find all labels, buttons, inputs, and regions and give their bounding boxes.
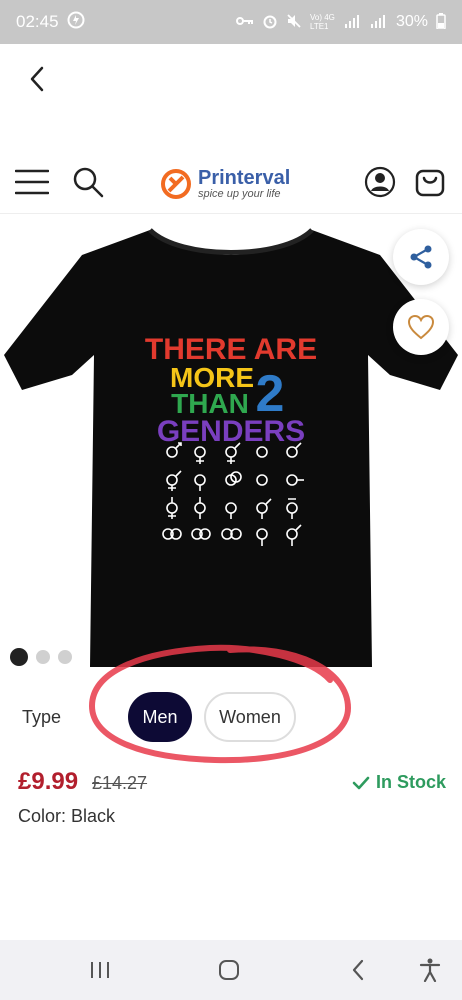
signal-icon-2 — [370, 14, 388, 31]
chevron-left-icon — [30, 66, 44, 92]
user-icon — [364, 166, 396, 198]
printerval-logo-icon — [161, 169, 191, 199]
brand-tagline: spice up your life — [198, 188, 281, 200]
network-indicator: Vo) 4G LTE1 — [309, 13, 335, 31]
top-bar — [0, 44, 462, 154]
product-image[interactable]: THERE ARE MORE THAN 2 GENDERS — [0, 215, 462, 675]
carousel-dot-3[interactable] — [58, 650, 72, 664]
type-label: Type — [22, 707, 62, 727]
status-time: 02:45 — [16, 12, 59, 31]
home-icon — [219, 960, 239, 980]
brand-name: Printerval — [198, 167, 291, 189]
search-icon — [73, 167, 104, 198]
accessibility-icon — [419, 958, 441, 982]
stock-label: In Stock — [376, 772, 447, 792]
signal-icon — [344, 14, 362, 31]
carousel-dot-1[interactable] — [10, 648, 28, 666]
whatsapp-icon — [67, 11, 85, 34]
recent-apps-button[interactable] — [84, 954, 116, 986]
cart-bag-icon — [415, 169, 445, 197]
back-button[interactable] — [22, 64, 52, 94]
stock-status: In Stock — [352, 772, 446, 793]
type-option-men[interactable]: Men — [128, 692, 192, 742]
share-button[interactable] — [393, 229, 449, 285]
hamburger-icon — [15, 169, 49, 195]
status-bar: 02:45 Vo) 4G LTE1 30% — [0, 0, 462, 44]
home-button[interactable] — [213, 954, 245, 986]
current-price: £9.99 — [18, 768, 79, 795]
app-screen: 02:45 Vo) 4G LTE1 30% Printerval spice u… — [0, 0, 462, 1000]
color-value: Black — [71, 806, 116, 826]
recent-apps-icon — [91, 962, 109, 978]
share-icon — [410, 245, 432, 269]
site-header: Printerval spice up your life — [0, 154, 462, 214]
accessibility-button[interactable] — [414, 954, 446, 986]
system-back-button[interactable] — [342, 954, 374, 986]
carousel-dot-2[interactable] — [36, 650, 50, 664]
system-nav-bar — [0, 940, 462, 1000]
color-label: Color: — [18, 806, 67, 826]
color-info: Color: Black — [18, 806, 115, 827]
original-price: £14.27 — [92, 773, 148, 793]
tshirt-image: THERE ARE MORE THAN 2 GENDERS — [4, 228, 458, 667]
key-icon — [235, 14, 254, 30]
battery-icon — [436, 12, 446, 32]
type-selector: Type Men Women — [0, 690, 462, 746]
back-arrow-icon — [352, 959, 364, 981]
heart-icon — [407, 314, 435, 340]
account-button[interactable] — [360, 162, 400, 202]
type-option-women[interactable]: Women — [204, 692, 296, 742]
cart-button[interactable] — [410, 162, 450, 202]
battery-level: 30% — [395, 13, 428, 30]
check-icon — [352, 776, 370, 789]
alarm-icon — [262, 13, 278, 32]
image-carousel-dots — [10, 648, 72, 666]
brand-logo[interactable]: Printerval spice up your life — [160, 162, 290, 206]
mute-icon — [286, 13, 302, 32]
wishlist-button[interactable] — [393, 299, 449, 355]
menu-button[interactable] — [12, 162, 52, 202]
search-button[interactable] — [68, 162, 108, 202]
